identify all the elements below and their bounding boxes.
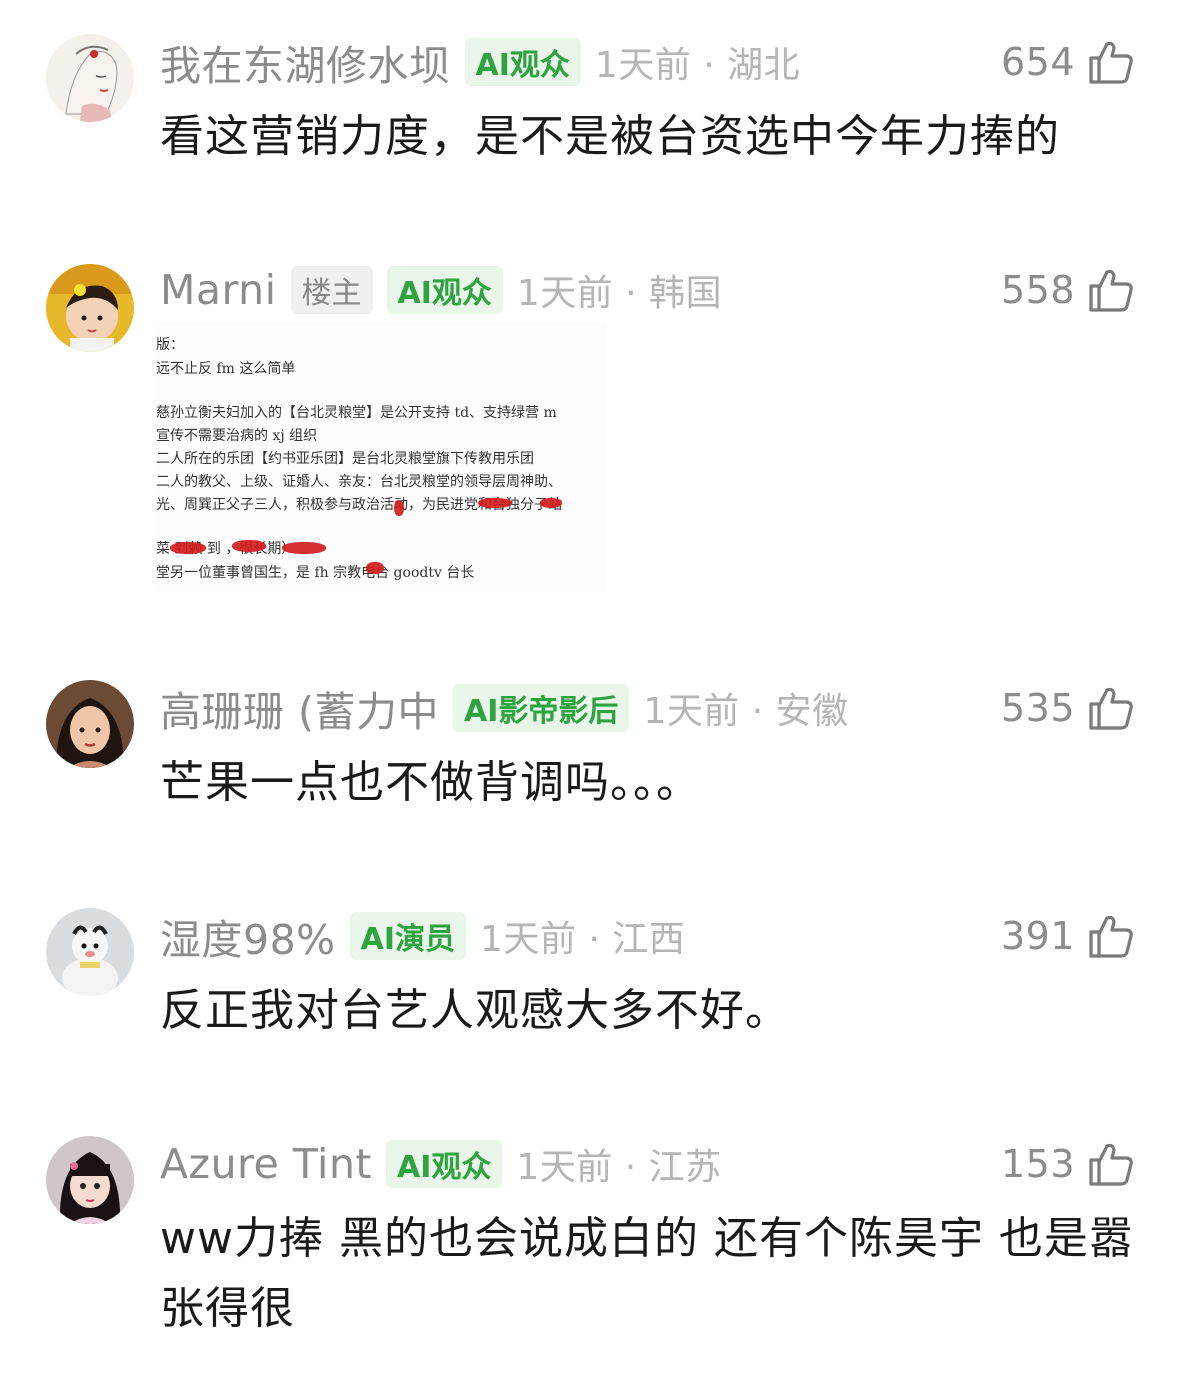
like-count: 153 bbox=[1000, 1142, 1075, 1186]
host-badge: 楼主 bbox=[290, 266, 373, 314]
image-text-line: 远不止反 fm 这么简单 bbox=[156, 361, 296, 377]
like-count: 391 bbox=[1000, 914, 1075, 958]
thumbs-up-icon bbox=[1089, 1143, 1133, 1186]
redaction-mark bbox=[282, 542, 326, 554]
redaction-mark bbox=[232, 540, 266, 552]
like-count: 654 bbox=[1000, 40, 1075, 84]
ai-badge: AI观众 bbox=[386, 266, 503, 314]
comment-text: 反正我对台艺人观感大多不好。 bbox=[160, 985, 790, 1036]
image-text-line: 慈孙立衡夫妇加入的【台北灵粮堂】是公开支持 td、支持绿营 m bbox=[156, 405, 557, 421]
time-location: 1天前 · 安徽 bbox=[643, 691, 849, 732]
username[interactable]: 高珊珊 (蓄力中 bbox=[160, 678, 439, 738]
avatar[interactable] bbox=[46, 908, 134, 996]
avatar[interactable] bbox=[46, 34, 134, 122]
comment-text: 看这营销力度，是不是被台资选中今年力捧的 bbox=[160, 111, 1060, 162]
thumbs-up-icon bbox=[1089, 915, 1133, 958]
image-text-line: 宣传不需要治病的 xj 组织 bbox=[156, 428, 318, 444]
avatar-sketch-image bbox=[46, 34, 134, 122]
image-text-line: 二人的教父、上级、证婚人、亲友：台北灵粮堂的领导层周神助、 bbox=[156, 474, 562, 490]
comment-text: ww力捧 黑的也会说成白的 还有个陈昊宇 也是嚣张得很 bbox=[160, 1213, 1134, 1334]
time-location: 1天前 · 韩国 bbox=[516, 273, 723, 314]
avatar-woman-image bbox=[46, 680, 134, 768]
username[interactable]: Azure Tint bbox=[160, 1140, 372, 1188]
thumbs-up-icon bbox=[1089, 687, 1133, 730]
like-count: 558 bbox=[1000, 268, 1075, 312]
avatar-snowman-image bbox=[46, 908, 134, 996]
redaction-mark bbox=[394, 500, 404, 516]
thumbs-up-icon bbox=[1089, 41, 1133, 84]
comment-meta: 湿度98% AI演员 1天前 · 江西 bbox=[160, 910, 686, 964]
image-text-line: 版： bbox=[156, 337, 184, 353]
comment-meta: Azure Tint AI观众 1天前 · 江苏 bbox=[160, 1138, 722, 1190]
avatar-girl-image bbox=[46, 1136, 134, 1224]
like-button[interactable]: 654 bbox=[1001, 36, 1135, 88]
ai-badge: AI观众 bbox=[386, 1140, 503, 1188]
like-button[interactable]: 391 bbox=[1001, 910, 1135, 962]
redaction-mark bbox=[478, 498, 512, 508]
ai-badge: AI观众 bbox=[464, 38, 581, 86]
username[interactable]: 湿度98% bbox=[160, 906, 336, 966]
thumbs-up-icon bbox=[1089, 269, 1133, 312]
image-text-line: 堂另一位董事曾国生，是 fh 宗教电台 goodtv 台长 bbox=[156, 565, 475, 581]
avatar[interactable] bbox=[46, 264, 134, 352]
username[interactable]: 我在东湖修水坝 bbox=[160, 32, 451, 92]
time-location: 1天前 · 江苏 bbox=[516, 1147, 722, 1188]
like-button[interactable]: 153 bbox=[1001, 1138, 1135, 1190]
redaction-mark bbox=[366, 562, 384, 574]
username[interactable]: Marni bbox=[160, 266, 277, 314]
ai-badge: AI影帝影后 bbox=[453, 684, 630, 732]
avatar[interactable] bbox=[46, 1136, 134, 1224]
time-location: 1天前 · 湖北 bbox=[594, 45, 801, 86]
like-button[interactable]: 535 bbox=[1001, 682, 1135, 734]
comment-text: 芒果一点也不做背调吗。。。 bbox=[160, 757, 701, 808]
comment-meta: 我在东湖修水坝 AI观众 1天前 · 湖北 bbox=[160, 36, 801, 90]
ai-badge: AI演员 bbox=[349, 912, 467, 960]
like-button[interactable]: 558 bbox=[1001, 264, 1135, 316]
avatar-child-image bbox=[46, 264, 134, 352]
image-text-line: 二人所在的乐团【约书亚乐团】是台北灵粮堂旗下传教用乐团 bbox=[156, 451, 534, 467]
redaction-mark bbox=[540, 498, 562, 508]
time-location: 1天前 · 江西 bbox=[480, 919, 686, 960]
comment-meta: 高珊珊 (蓄力中 AI影帝影后 1天前 · 安徽 bbox=[160, 682, 849, 736]
comment-meta: Marni 楼主 AI观众 1天前 · 韩国 bbox=[160, 264, 722, 316]
redaction-mark bbox=[170, 542, 206, 554]
avatar[interactable] bbox=[46, 680, 134, 768]
like-count: 535 bbox=[1000, 686, 1075, 730]
attached-image[interactable]: 版： 远不止反 fm 这么简单 慈孙立衡夫妇加入的【台北灵粮堂】是公开支持 td… bbox=[156, 322, 606, 592]
